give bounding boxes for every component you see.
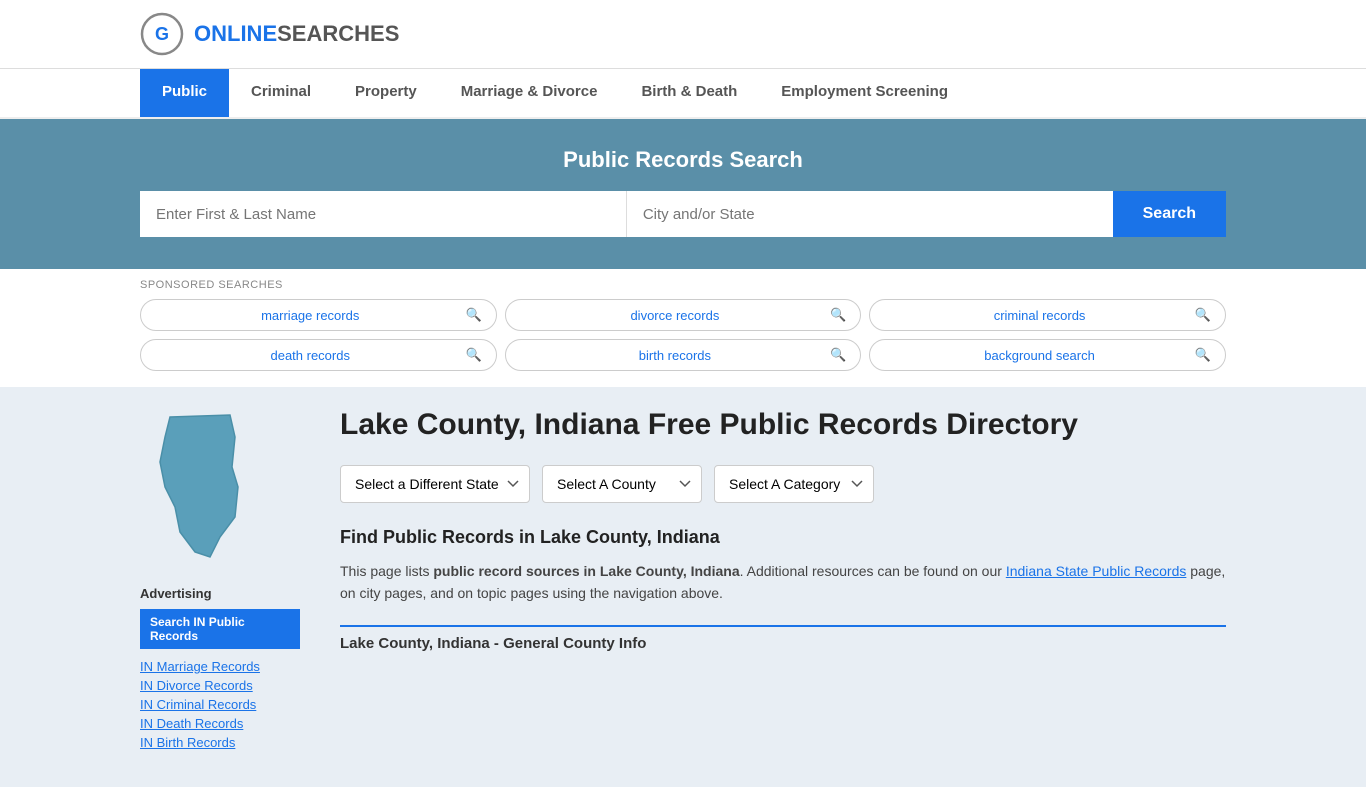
- sidebar: Advertising Search IN Public Records IN …: [140, 387, 320, 787]
- general-info-heading: Lake County, Indiana - General County In…: [340, 625, 1226, 652]
- pill-death-records[interactable]: death records 🔍: [140, 339, 497, 371]
- hero-section: Public Records Search Search: [0, 119, 1366, 269]
- sidebar-links: IN Marriage Records IN Divorce Records I…: [140, 659, 300, 750]
- pill-birth-label: birth records: [520, 348, 830, 363]
- pill-background-search[interactable]: background search 🔍: [869, 339, 1226, 371]
- sidebar-link-divorce[interactable]: IN Divorce Records: [140, 678, 300, 693]
- pill-marriage-records[interactable]: marriage records 🔍: [140, 299, 497, 331]
- sponsored-label: SPONSORED SEARCHES: [140, 279, 1226, 291]
- search-icon-5: 🔍: [1195, 347, 1211, 363]
- logo-online: ONLINE: [194, 21, 277, 46]
- sidebar-link-death[interactable]: IN Death Records: [140, 716, 300, 731]
- find-text-intro: This page lists: [340, 563, 433, 579]
- dropdowns-row: Select a Different State Select A County…: [340, 465, 1226, 503]
- logo-text: ONLINESEARCHES: [194, 21, 399, 47]
- svg-text:G: G: [155, 24, 169, 44]
- find-text-mid: . Additional resources can be found on o…: [740, 563, 1006, 579]
- hero-title: Public Records Search: [140, 147, 1226, 173]
- find-text-bold: public record sources in Lake County, In…: [433, 563, 739, 579]
- pill-criminal-label: criminal records: [884, 308, 1194, 323]
- pill-background-label: background search: [884, 348, 1194, 363]
- county-dropdown[interactable]: Select A County: [542, 465, 702, 503]
- category-dropdown[interactable]: Select A Category: [714, 465, 874, 503]
- pill-divorce-records[interactable]: divorce records 🔍: [505, 299, 862, 331]
- logo-searches: SEARCHES: [277, 21, 399, 46]
- search-icon-2: 🔍: [1195, 307, 1211, 323]
- nav-item-public[interactable]: Public: [140, 69, 229, 117]
- main-nav: Public Criminal Property Marriage & Divo…: [0, 69, 1366, 119]
- pill-birth-records[interactable]: birth records 🔍: [505, 339, 862, 371]
- search-icon-0: 🔍: [465, 307, 481, 323]
- main-content: Advertising Search IN Public Records IN …: [0, 387, 1366, 787]
- pill-criminal-records[interactable]: criminal records 🔍: [869, 299, 1226, 331]
- search-icon-4: 🔍: [830, 347, 846, 363]
- sponsored-pills: marriage records 🔍 divorce records 🔍 cri…: [140, 299, 1226, 371]
- nav-item-employment[interactable]: Employment Screening: [759, 69, 970, 117]
- nav-item-marriage-divorce[interactable]: Marriage & Divorce: [439, 69, 620, 117]
- state-map-indiana: [140, 407, 260, 567]
- find-records-title: Find Public Records in Lake County, Indi…: [340, 527, 1226, 548]
- pill-marriage-label: marriage records: [155, 308, 465, 323]
- advertising-label: Advertising: [140, 586, 300, 601]
- sidebar-link-birth[interactable]: IN Birth Records: [140, 735, 300, 750]
- nav-item-property[interactable]: Property: [333, 69, 439, 117]
- search-button[interactable]: Search: [1113, 191, 1226, 237]
- nav-item-criminal[interactable]: Criminal: [229, 69, 333, 117]
- sidebar-link-marriage[interactable]: IN Marriage Records: [140, 659, 300, 674]
- pill-divorce-label: divorce records: [520, 308, 830, 323]
- sidebar-link-criminal[interactable]: IN Criminal Records: [140, 697, 300, 712]
- site-logo-icon: G: [140, 12, 184, 56]
- logo: G ONLINESEARCHES: [140, 12, 399, 56]
- state-dropdown[interactable]: Select a Different State: [340, 465, 530, 503]
- find-records-description: This page lists public record sources in…: [340, 560, 1226, 605]
- search-in-public-records-btn[interactable]: Search IN Public Records: [140, 609, 300, 649]
- content-area: Lake County, Indiana Free Public Records…: [320, 387, 1226, 787]
- sponsored-section: SPONSORED SEARCHES marriage records 🔍 di…: [0, 269, 1366, 387]
- nav-item-birth-death[interactable]: Birth & Death: [619, 69, 759, 117]
- indiana-state-link[interactable]: Indiana State Public Records: [1006, 563, 1187, 579]
- page-title: Lake County, Indiana Free Public Records…: [340, 407, 1226, 443]
- header: G ONLINESEARCHES: [0, 0, 1366, 69]
- search-icon-3: 🔍: [465, 347, 481, 363]
- location-search-input[interactable]: [627, 191, 1113, 237]
- search-icon-1: 🔍: [830, 307, 846, 323]
- search-row: Search: [140, 191, 1226, 237]
- pill-death-label: death records: [155, 348, 465, 363]
- name-search-input[interactable]: [140, 191, 627, 237]
